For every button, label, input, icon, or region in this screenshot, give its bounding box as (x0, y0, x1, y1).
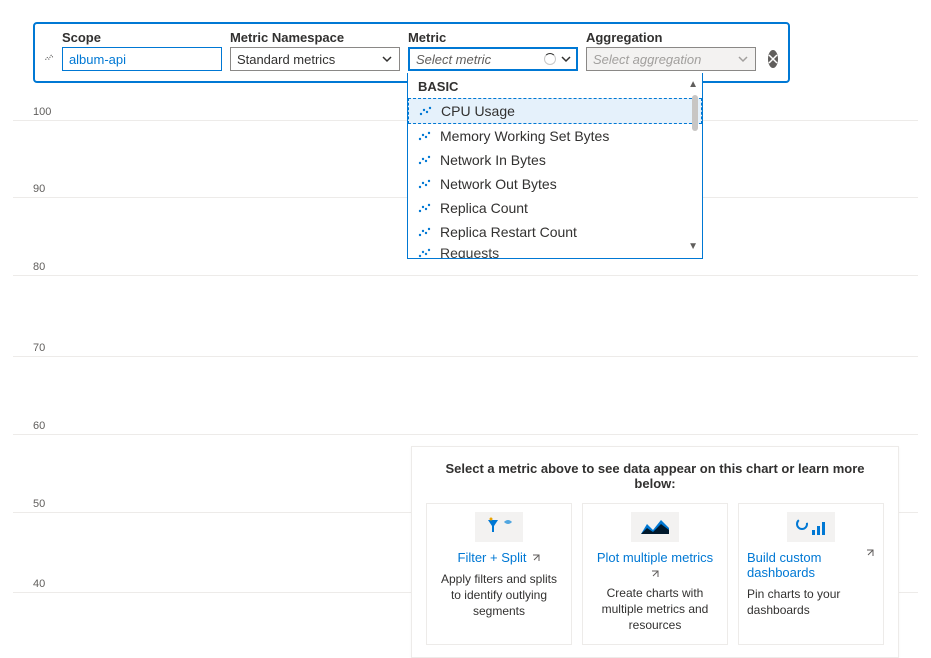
dropdown-group-header: BASIC (408, 73, 702, 98)
card-link-label: Filter + Split (458, 550, 527, 565)
chevron-down-icon (381, 53, 393, 65)
metric-icon (418, 153, 432, 167)
metric-label: Metric (408, 30, 578, 45)
y-tick-label: 50 (33, 498, 45, 510)
metric-icon (418, 225, 432, 239)
dropdown-item-cpu-usage[interactable]: CPU Usage (408, 98, 702, 124)
metric-icon (419, 104, 433, 118)
y-tick-label: 90 (33, 183, 45, 195)
dropdown-item-network-out[interactable]: Network Out Bytes (408, 172, 702, 196)
card-link-dashboards[interactable]: Build custom dashboards (747, 550, 875, 580)
loading-spinner-icon (544, 53, 556, 65)
helper-panel: Select a metric above to see data appear… (411, 446, 899, 658)
card-desc: Pin charts to your dashboards (747, 586, 875, 618)
namespace-field: Metric Namespace Standard metrics (230, 30, 400, 71)
scope-select[interactable]: album-api (62, 47, 222, 71)
scope-value: album-api (69, 52, 126, 67)
dropdown-item-label: Replica Count (440, 200, 528, 216)
metric-select[interactable]: Select metric (408, 47, 578, 71)
card-link-label: Build custom dashboards (747, 550, 875, 580)
dropdown-item-label: Memory Working Set Bytes (440, 128, 609, 144)
card-filter-split: Filter + Split Apply filters and splits … (426, 503, 572, 645)
y-tick-label: 60 (33, 420, 45, 432)
card-plot-multiple: Plot multiple metrics Create charts with… (582, 503, 728, 645)
namespace-value: Standard metrics (237, 52, 335, 67)
card-dashboards: Build custom dashboards Pin charts to yo… (738, 503, 884, 645)
helper-cards: Filter + Split Apply filters and splits … (426, 503, 884, 645)
dropdown-item-label: Requests (440, 245, 499, 258)
gridline (13, 275, 918, 276)
remove-metric-button[interactable] (768, 50, 778, 68)
metric-dropdown: BASIC CPU Usage Memory Working Set Bytes… (407, 73, 703, 259)
external-link-icon (650, 569, 660, 579)
gridline (13, 356, 918, 357)
dropdown-item-label: Replica Restart Count (440, 224, 577, 240)
dropdown-item-label: Network Out Bytes (440, 176, 557, 192)
filter-icon (475, 512, 523, 542)
metric-icon (418, 201, 432, 215)
scope-field: Scope album-api (62, 30, 222, 71)
dropdown-item-label: Network In Bytes (440, 152, 546, 168)
metric-icon (418, 177, 432, 191)
dropdown-item-replica-count[interactable]: Replica Count (408, 196, 702, 220)
gridline (13, 434, 918, 435)
metric-icon (418, 246, 432, 258)
card-desc: Create charts with multiple metrics and … (591, 585, 719, 634)
dropdown-item-network-in[interactable]: Network In Bytes (408, 148, 702, 172)
dropdown-item-memory[interactable]: Memory Working Set Bytes (408, 124, 702, 148)
aggregation-label: Aggregation (586, 30, 756, 45)
external-link-icon (531, 553, 541, 563)
card-desc: Apply filters and splits to identify out… (435, 571, 563, 620)
y-tick-label: 100 (33, 106, 51, 118)
metric-placeholder: Select metric (416, 52, 491, 67)
chevron-down-icon (737, 53, 749, 65)
dashboard-icon (787, 512, 835, 542)
metric-icon (418, 129, 432, 143)
aggregation-placeholder: Select aggregation (593, 52, 701, 67)
dropdown-item-requests[interactable]: Requests (408, 244, 702, 258)
helper-title: Select a metric above to see data appear… (426, 461, 884, 491)
scroll-up-icon[interactable]: ▲ (688, 79, 698, 90)
card-link-plot-multiple[interactable]: Plot multiple metrics (591, 550, 719, 579)
dropdown-list: CPU Usage Memory Working Set Bytes Netwo… (408, 98, 702, 258)
namespace-select[interactable]: Standard metrics (230, 47, 400, 71)
dropdown-item-label: CPU Usage (441, 103, 515, 119)
scroll-down-icon[interactable]: ▼ (688, 241, 698, 252)
external-link-icon (865, 548, 875, 558)
y-tick-label: 80 (33, 261, 45, 273)
chevron-down-icon (560, 53, 572, 65)
dropdown-item-replica-restart[interactable]: Replica Restart Count (408, 220, 702, 244)
card-link-label: Plot multiple metrics (597, 550, 713, 565)
y-tick-label: 40 (33, 578, 45, 590)
aggregation-field: Aggregation Select aggregation (586, 30, 756, 71)
close-icon (768, 54, 778, 64)
metric-field: Metric Select metric (408, 30, 578, 71)
card-link-filter-split[interactable]: Filter + Split (458, 550, 541, 565)
area-chart-icon (631, 512, 679, 542)
y-tick-label: 70 (33, 342, 45, 354)
aggregation-select[interactable]: Select aggregation (586, 47, 756, 71)
scrollbar-thumb[interactable] (692, 95, 698, 131)
metrics-icon (45, 50, 54, 66)
namespace-label: Metric Namespace (230, 30, 400, 45)
scope-label: Scope (62, 30, 222, 45)
